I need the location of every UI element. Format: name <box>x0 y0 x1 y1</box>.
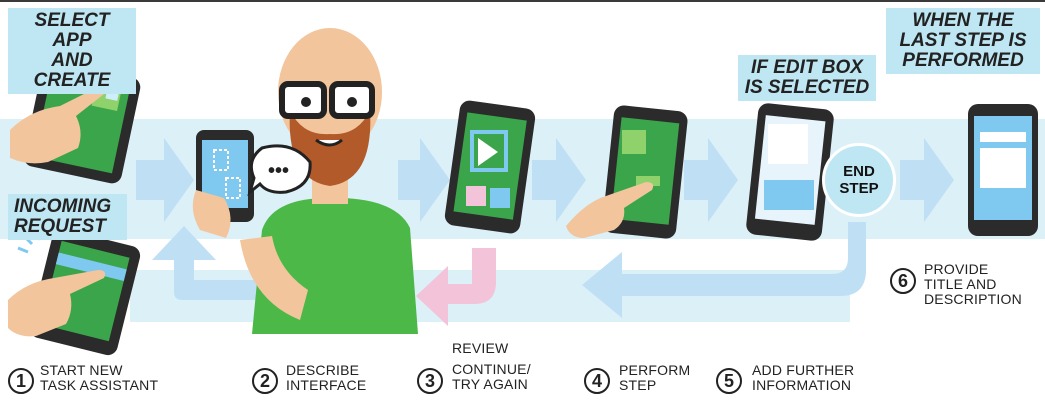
arrow-right-2 <box>398 138 450 222</box>
label-last-step-line3: PERFORMED <box>902 50 1024 71</box>
step-2-number: 2 <box>252 368 278 394</box>
step-3-line0: REVIEW <box>452 340 509 356</box>
arrow-right-3 <box>532 138 586 222</box>
label-select-app-line2: AND CREATE <box>33 50 111 91</box>
label-last-step: WHEN THE LAST STEP IS PERFORMED <box>886 8 1040 74</box>
step-4-line2: STEP <box>619 377 657 393</box>
phone-review <box>444 100 536 234</box>
step-5-caption: ADD FURTHER INFORMATION <box>752 363 854 393</box>
step-4-number: 4 <box>584 368 610 394</box>
speech-bubble-text: ••• <box>268 160 290 182</box>
arrow-return-long <box>582 222 866 318</box>
label-incoming-request: INCOMING REQUEST <box>8 194 127 240</box>
step-6-line1: PROVIDE <box>924 261 989 277</box>
end-step-badge: END STEP <box>822 143 896 217</box>
step-5-number: 5 <box>716 368 742 394</box>
step-3-caption: REVIEW CONTINUE/ TRY AGAIN <box>452 341 531 392</box>
label-incoming-line1: INCOMING <box>14 196 112 217</box>
step-3-number: 3 <box>417 368 443 394</box>
step-5-line1: ADD FURTHER <box>752 362 855 378</box>
step-1-number: 1 <box>8 368 34 394</box>
phone-perform <box>566 105 688 239</box>
step-6-line2: TITLE AND <box>924 276 997 292</box>
arrow-right-1 <box>136 138 194 222</box>
label-edit-box-line1: IF EDIT BOX <box>751 57 863 78</box>
step-2-line2: INTERFACE <box>286 377 367 393</box>
arrow-right-5 <box>900 138 954 222</box>
step-5-line2: INFORMATION <box>752 377 852 393</box>
label-last-step-line2: LAST STEP IS <box>899 30 1027 51</box>
label-edit-box-line2: IS SELECTED <box>744 77 870 98</box>
phone-final <box>968 104 1038 236</box>
step-4-caption: PERFORM STEP <box>619 363 690 393</box>
phone-describe <box>192 130 254 238</box>
step-6-line3: DESCRIPTION <box>924 291 1022 307</box>
label-incoming-line2: REQUEST <box>14 216 106 237</box>
step-2-line1: DESCRIBE <box>286 362 360 378</box>
step-1-line2: TASK ASSISTANT <box>40 377 159 393</box>
step-6-number: 6 <box>890 268 916 294</box>
step-3-line2: TRY AGAIN <box>452 376 528 392</box>
label-last-step-line1: WHEN THE <box>912 10 1014 31</box>
step-4-line1: PERFORM <box>619 362 691 378</box>
arrow-right-4 <box>684 138 738 222</box>
step-2-caption: DESCRIBE INTERFACE <box>286 363 366 393</box>
phone-edit-box <box>746 103 834 241</box>
step-1-caption: START NEW TASK ASSISTANT <box>40 363 158 393</box>
step-3-line1: CONTINUE/ <box>452 361 531 377</box>
end-step-line2: STEP <box>839 180 879 197</box>
phone-incoming <box>8 228 141 356</box>
step-1-line1: START NEW <box>40 362 123 378</box>
step-6-caption: PROVIDE TITLE AND DESCRIPTION <box>924 262 1022 307</box>
label-select-app-line1: SELECT APP <box>34 10 110 51</box>
label-edit-box: IF EDIT BOX IS SELECTED <box>738 55 876 101</box>
end-step-line1: END <box>843 163 875 180</box>
label-select-app: SELECT APP AND CREATE <box>8 8 136 94</box>
arrow-review-pink <box>416 248 496 326</box>
